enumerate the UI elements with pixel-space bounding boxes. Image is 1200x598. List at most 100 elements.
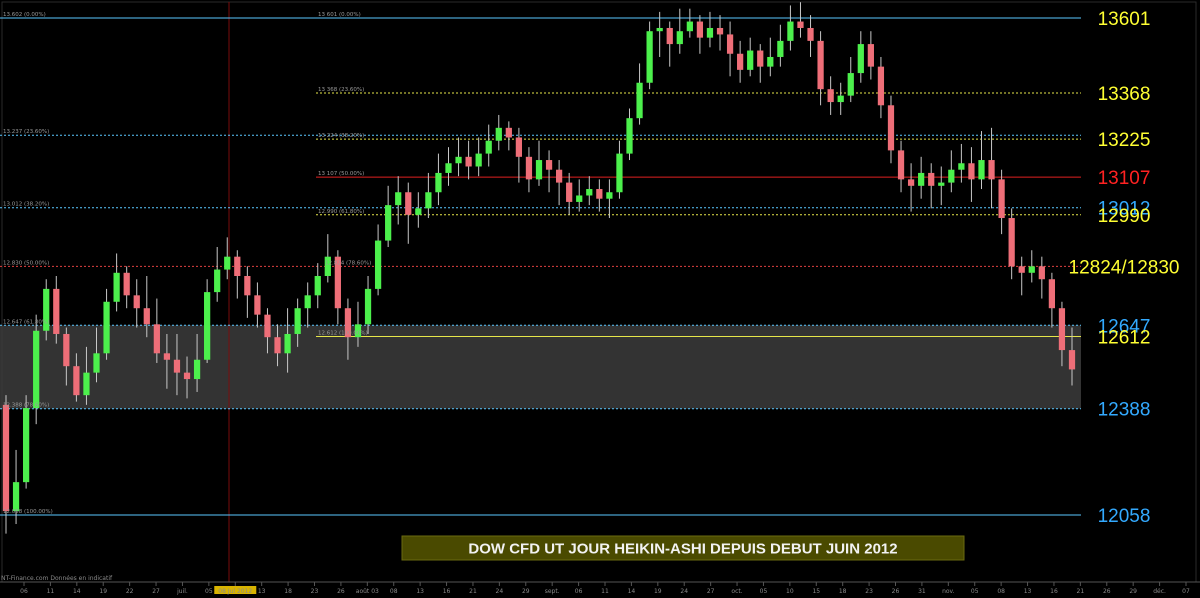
candle-body <box>525 156 533 180</box>
candle-body <box>726 34 734 54</box>
candle-body <box>284 333 291 354</box>
x-tick-label: 24 <box>680 588 688 595</box>
candle-body <box>163 353 171 360</box>
chart-background <box>0 0 1200 598</box>
candle <box>646 21 653 90</box>
candle-body <box>274 337 281 354</box>
x-tick-label: 26 <box>1103 588 1111 595</box>
x-tick-label: août 03 <box>356 588 379 595</box>
candle-body <box>626 118 633 154</box>
level-tag-9: 12.612 (100.00%) <box>318 331 368 337</box>
x-tick-label: 19 <box>654 588 662 595</box>
candle-body <box>737 53 744 70</box>
candle-body <box>1068 350 1076 370</box>
level-label-1: 13368 <box>1098 84 1151 105</box>
candle-body <box>505 127 512 138</box>
candle-body <box>123 272 130 296</box>
candle-body <box>113 272 120 302</box>
candle-body <box>1018 266 1025 273</box>
candle <box>22 395 30 489</box>
candle-body <box>364 288 372 325</box>
x-tick-label: 23 <box>311 588 319 595</box>
level-tag-4: 13 107 (50.00%) <box>318 171 364 177</box>
candle-body <box>1038 266 1045 280</box>
level-tag-0: 13 601 (0.00%) <box>318 12 361 18</box>
candle-body <box>857 44 864 74</box>
x-tick-label: 07 <box>1182 588 1190 595</box>
x-tick-label: 11 <box>47 588 55 595</box>
x-tick-label: 21 <box>1077 588 1085 595</box>
candle-body <box>294 308 301 334</box>
candle-body <box>455 156 462 164</box>
candle-body <box>676 31 683 45</box>
candle-body <box>2 404 10 512</box>
candle-body <box>12 482 20 512</box>
candle-body <box>887 105 895 151</box>
x-tick-label: 08 <box>997 588 1005 595</box>
x-tick-label: 31 <box>918 588 926 595</box>
x-tick-label: 18 <box>839 588 847 595</box>
level-tag-left-5: 13.012 (38.20%) <box>3 202 49 208</box>
candle-body <box>616 153 623 193</box>
x-tick-label: 06 <box>20 588 28 595</box>
support-zone <box>0 325 1081 409</box>
candle-body <box>73 366 80 396</box>
candle-body <box>555 169 563 183</box>
candle-body <box>867 44 874 67</box>
x-tick-label: 05 <box>205 588 213 595</box>
candle-body <box>545 160 553 170</box>
candle-body <box>425 192 432 209</box>
candle-body <box>576 195 583 202</box>
x-tick-label: 19 <box>99 588 107 595</box>
candle-body <box>475 153 482 167</box>
candle-body <box>696 21 704 38</box>
candle-body <box>304 295 311 309</box>
x-tick-label: 21 <box>469 588 477 595</box>
x-tick-label: 08 <box>390 588 398 595</box>
candle-body <box>877 66 885 106</box>
candle-body <box>948 169 955 183</box>
candle-body <box>264 314 271 338</box>
level-label-6: 12990 <box>1098 206 1151 227</box>
x-tick-label: oct. <box>731 588 742 595</box>
candle-body <box>234 256 241 277</box>
candle-body <box>938 182 945 186</box>
candle-body <box>445 163 452 173</box>
candle-body <box>183 372 191 380</box>
level-tag-7: 12.824 (78.60%) <box>325 260 371 266</box>
candle-body <box>666 27 673 45</box>
level-tag-left-0: 13.602 (0.00%) <box>3 12 46 18</box>
x-tick-label: 24 <box>496 588 504 595</box>
candle-body <box>1048 279 1056 309</box>
level-tag-left-10: 12.388 (78.60%) <box>3 403 49 409</box>
candle-body <box>395 192 402 206</box>
candle-body <box>747 50 754 70</box>
x-tick-label: nov. <box>942 588 955 595</box>
candle-body <box>254 295 261 315</box>
candle-body <box>63 333 70 367</box>
candle-body <box>636 82 643 119</box>
candle-body <box>93 353 100 373</box>
level-tag-left-8: 12.647 (61.80%) <box>3 319 49 325</box>
candle-body <box>193 359 201 380</box>
level-label-0: 13601 <box>1098 9 1151 30</box>
candle-body <box>978 160 985 180</box>
candle-body <box>535 160 543 180</box>
candle-body <box>837 95 844 103</box>
x-tick-label: juil. <box>176 588 188 595</box>
x-tick-label: 14 <box>73 588 81 595</box>
x-tick-label: 15 <box>812 588 820 595</box>
candle-body <box>204 292 211 360</box>
data-source-note: NT-Finance.com Données en indicatif <box>1 575 113 582</box>
x-tick-label: 05 <box>971 588 979 595</box>
candle-body <box>897 150 905 180</box>
level-label-7: 12824/12830 <box>1069 257 1180 278</box>
level-label-4: 13107 <box>1098 168 1151 189</box>
candle-body <box>515 137 523 157</box>
level-tag-left-11: 12.058 (100.00%) <box>3 509 53 515</box>
candle-body <box>998 179 1005 219</box>
level-tag-left-7: 12.830 (50.00%) <box>3 260 49 266</box>
heikin-ashi-chart: 13 601 (0.00%) 13.602 (0.00%) 13601 13 368 … <box>0 0 1200 598</box>
candle-body <box>757 50 764 67</box>
candle-body <box>224 256 231 270</box>
